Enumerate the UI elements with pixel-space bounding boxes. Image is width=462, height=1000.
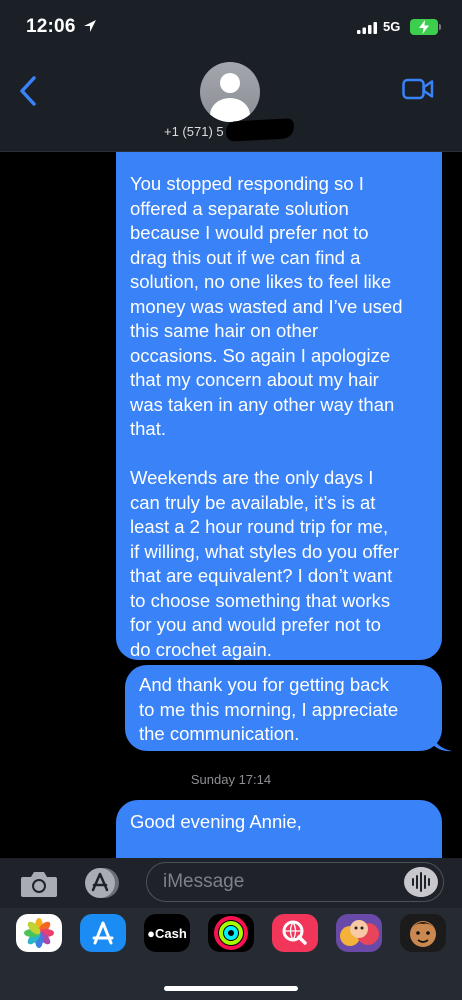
chevron-left-icon[interactable]	[16, 74, 40, 108]
chat-header: +1 (571) 5	[0, 56, 462, 152]
video-camera-icon[interactable]	[402, 78, 434, 100]
message-input[interactable]	[146, 862, 444, 902]
message-bubble-sent[interactable]: You stopped responding so I offered a se…	[116, 152, 442, 660]
home-indicator	[164, 986, 298, 991]
avatar[interactable]	[200, 62, 260, 122]
apple-logo-icon: ●	[147, 925, 156, 941]
avatar-head	[220, 73, 240, 93]
memoji-icon	[340, 920, 379, 946]
message-timestamp: Sunday 17:14	[190, 772, 272, 787]
contact-name[interactable]: +1 (571) 5	[164, 124, 224, 139]
app-store-icon[interactable]	[82, 866, 122, 900]
activity-app-button[interactable]	[208, 914, 254, 952]
status-time: 12:06	[26, 16, 76, 37]
message-thread[interactable]: You stopped responding so I offered a se…	[0, 152, 462, 858]
battery-icon	[410, 19, 438, 35]
photos-icon	[24, 918, 54, 948]
charging-bolt-icon	[419, 20, 429, 34]
memoji-stickers-app-button[interactable]	[336, 914, 382, 952]
audio-waveform-icon[interactable]	[404, 867, 438, 897]
signal-icon	[357, 22, 377, 34]
photos-app-button[interactable]	[16, 914, 62, 952]
network-type: 5G	[383, 19, 401, 34]
status-bar: 12:06 5G	[0, 0, 462, 56]
redaction-scribble	[225, 118, 295, 142]
message-bubble-sent[interactable]: And thank you for getting back to me thi…	[125, 665, 442, 751]
battery-cap	[439, 24, 441, 30]
location-arrow-icon	[84, 20, 96, 32]
app-drawer: ● Cash	[0, 908, 462, 1000]
activity-rings-icon	[214, 916, 248, 950]
web-search-app-button[interactable]	[272, 914, 318, 952]
bubble-tail	[432, 734, 452, 752]
memoji-icon	[410, 921, 436, 947]
app-store-app-button[interactable]	[80, 914, 126, 952]
input-bar	[0, 858, 462, 908]
web-search-icon	[282, 920, 307, 945]
cash-label: Cash	[155, 925, 187, 941]
message-bubble-sent[interactable]: Good evening Annie,	[116, 800, 442, 858]
app-store-icon	[92, 921, 114, 945]
avatar-body	[210, 98, 250, 122]
camera-icon[interactable]	[20, 870, 58, 898]
apple-cash-app-button[interactable]: ● Cash	[144, 914, 190, 952]
memoji-app-button[interactable]	[400, 914, 446, 952]
